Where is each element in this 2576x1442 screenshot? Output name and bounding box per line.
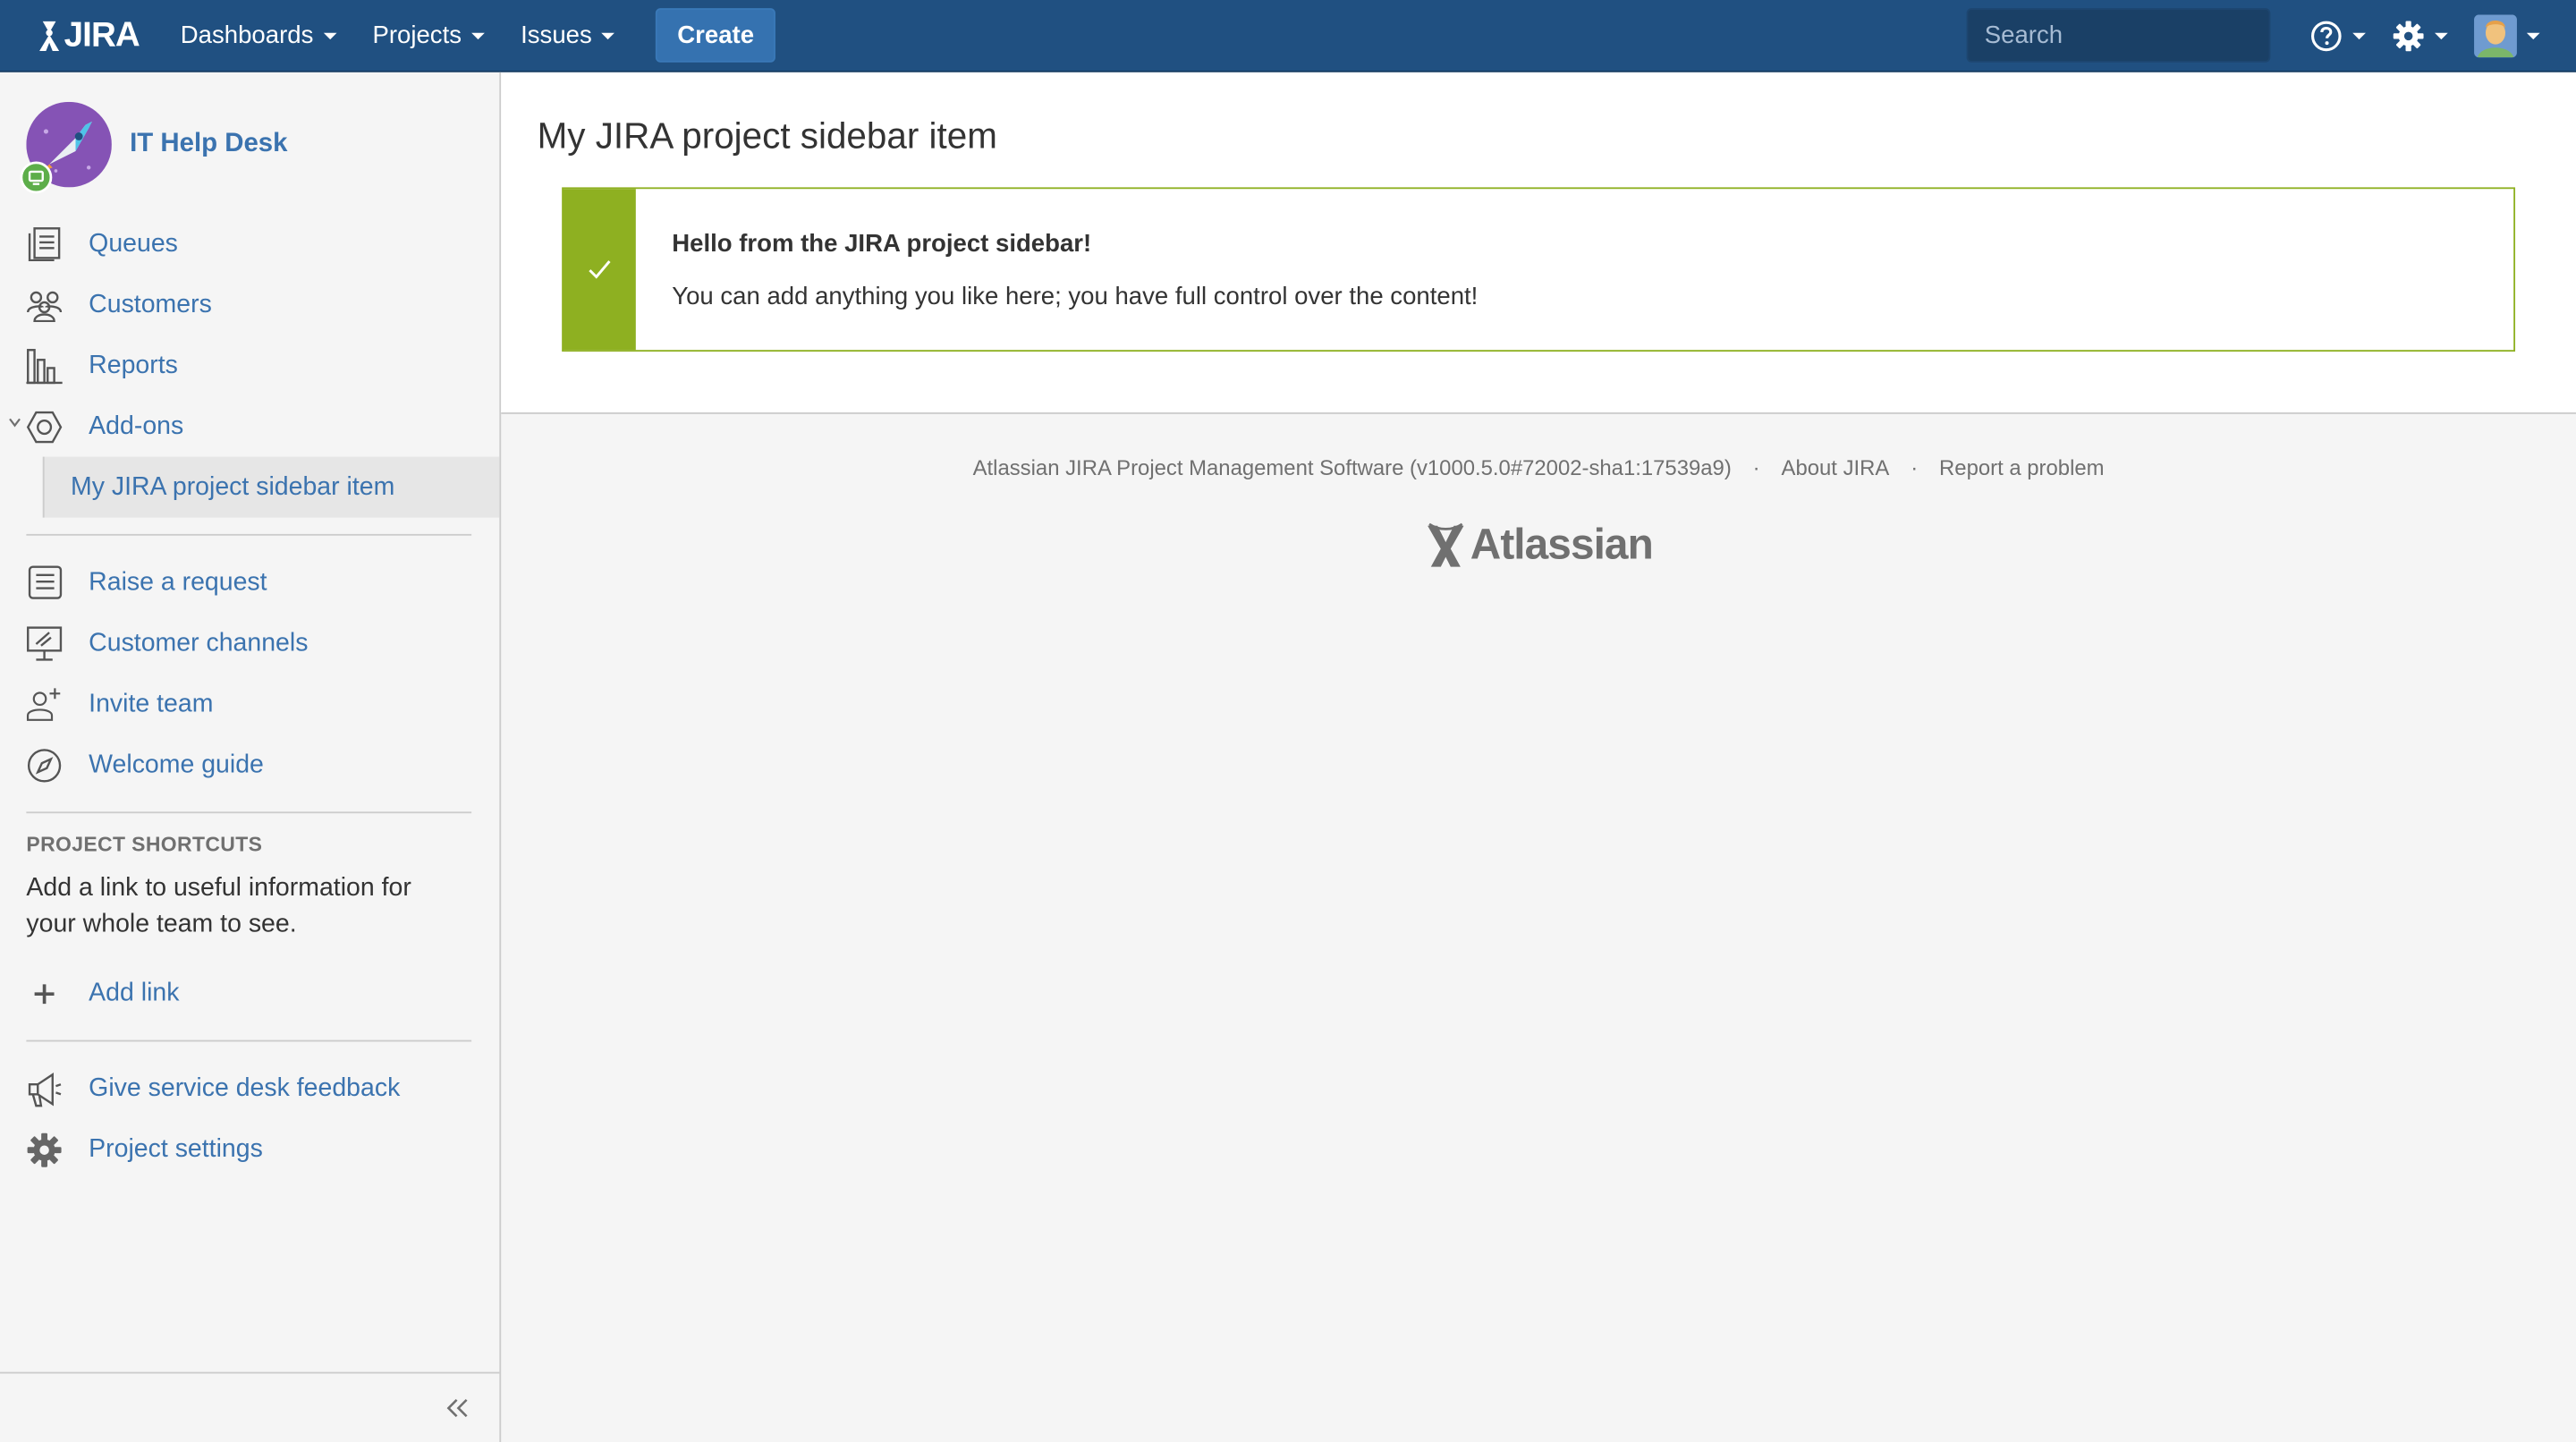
dashboards-menu[interactable]: Dashboards xyxy=(163,0,355,72)
success-message: Hello from the JIRA project sidebar! You… xyxy=(562,187,2516,352)
sidebar-item-label: Queues xyxy=(89,229,178,258)
sidebar-divider xyxy=(26,1039,472,1042)
sidebar-item-label: Customer channels xyxy=(89,628,309,657)
search-box[interactable] xyxy=(1966,8,2312,63)
atlassian-logo[interactable]: Atlassian xyxy=(501,519,2576,570)
sidebar-item-raise-request[interactable]: Raise a request xyxy=(0,552,499,613)
reports-icon xyxy=(26,347,63,384)
sidebar-item-feedback[interactable]: Give service desk feedback xyxy=(0,1058,499,1119)
sidebar-item-customers[interactable]: Customers xyxy=(0,275,499,335)
shortcuts-heading: PROJECT SHORTCUTS xyxy=(26,833,263,856)
atlassian-logo-text: Atlassian xyxy=(1470,519,1654,569)
page-footer: Atlassian JIRA Project Management Softwa… xyxy=(501,416,2576,571)
report-problem-link[interactable]: Report a problem xyxy=(1939,455,2105,480)
footer-separator: · xyxy=(1752,454,1760,480)
create-button[interactable]: Create xyxy=(656,8,775,63)
top-navigation-bar: JIRA Dashboards Projects Issues Create xyxy=(0,0,2576,72)
project-name[interactable]: IT Help Desk xyxy=(130,130,287,159)
project-sidebar: IT Help Desk Queues Customers Reports Ad… xyxy=(0,72,502,1442)
dashboards-menu-label: Dashboards xyxy=(180,21,314,50)
jira-logo-text: JIRA xyxy=(64,15,140,54)
help-menu[interactable] xyxy=(2297,0,2379,72)
checkmark-icon xyxy=(589,260,611,279)
project-avatar[interactable] xyxy=(20,101,112,194)
plus-icon xyxy=(26,975,62,1011)
add-link-label: Add link xyxy=(89,978,180,1006)
jira-logo[interactable]: JIRA xyxy=(36,15,140,55)
issues-menu-label: Issues xyxy=(521,21,592,50)
sidebar-collapse-bar xyxy=(0,1371,500,1442)
sidebar-item-welcome-guide[interactable]: Welcome guide xyxy=(0,734,499,795)
projects-menu[interactable]: Projects xyxy=(354,0,503,72)
customer-channels-icon xyxy=(26,625,63,661)
project-header[interactable]: IT Help Desk xyxy=(0,72,499,194)
message-title: Hello from the JIRA project sidebar! xyxy=(672,230,1092,259)
sidebar-item-label: Welcome guide xyxy=(89,750,264,778)
sidebar-item-customer-channels[interactable]: Customer channels xyxy=(0,613,499,674)
sidebar-item-label: Reports xyxy=(89,351,178,379)
sidebar-item-label: Raise a request xyxy=(89,567,267,596)
success-stripe xyxy=(563,189,636,351)
customers-icon xyxy=(26,287,63,323)
sidebar-item-label: Invite team xyxy=(89,689,214,717)
chevron-down-icon xyxy=(601,31,615,39)
add-link-button[interactable]: Add link xyxy=(0,963,499,1023)
jira-logo-icon xyxy=(39,20,60,51)
sidebar-divider xyxy=(26,811,472,814)
atlassian-logo-icon xyxy=(1428,522,1464,566)
admin-menu[interactable] xyxy=(2379,0,2462,72)
gear-icon xyxy=(26,1132,62,1167)
sidebar-divider xyxy=(26,533,472,536)
sidebar-item-label: Give service desk feedback xyxy=(89,1073,401,1102)
chevron-down-icon xyxy=(323,31,337,39)
sidebar-item-addons[interactable]: Add-ons xyxy=(0,396,499,457)
search-input[interactable] xyxy=(1984,21,2312,50)
sidebar-item-label: Project settings xyxy=(89,1134,263,1163)
chevron-down-icon xyxy=(2352,31,2366,39)
sidebar-subitem-my-jira-project-sidebar-item[interactable]: My JIRA project sidebar item xyxy=(42,456,500,518)
compass-icon xyxy=(26,747,62,783)
projects-menu-label: Projects xyxy=(372,21,462,50)
message-body: You can add anything you like here; you … xyxy=(672,282,1479,311)
sidebar-item-queues[interactable]: Queues xyxy=(0,214,499,275)
invite-team-icon xyxy=(26,686,62,722)
gear-icon xyxy=(2393,20,2424,51)
issues-menu[interactable]: Issues xyxy=(503,0,633,72)
sidebar-item-invite-team[interactable]: Invite team xyxy=(0,674,499,734)
version-text: Atlassian JIRA Project Management Softwa… xyxy=(972,454,1732,480)
page-title: My JIRA project sidebar item xyxy=(537,115,997,157)
chevron-down-icon xyxy=(2526,31,2540,39)
chevron-down-icon xyxy=(2435,31,2448,39)
service-desk-nav: Raise a request Customer channels Invite… xyxy=(0,552,499,795)
shortcuts-description: Add a link to useful information for you… xyxy=(26,874,411,938)
sidebar-footer-nav: Give service desk feedback Project setti… xyxy=(0,1058,499,1180)
service-desk-badge-icon xyxy=(20,161,53,194)
main-content: My JIRA project sidebar item Hello from … xyxy=(501,72,2576,414)
user-menu[interactable] xyxy=(2461,0,2576,72)
user-avatar xyxy=(2474,13,2517,57)
project-nav: Queues Customers Reports Add-ons My JIRA… xyxy=(0,214,500,518)
chevron-down-icon[interactable] xyxy=(8,416,21,429)
raise-request-icon xyxy=(26,564,62,600)
megaphone-icon xyxy=(26,1071,62,1107)
sidebar-item-label: Customers xyxy=(89,290,212,318)
chevron-down-icon xyxy=(471,31,485,39)
sidebar-item-label: Add-ons xyxy=(89,411,184,440)
footer-separator: · xyxy=(1911,454,1919,480)
about-jira-link[interactable]: About JIRA xyxy=(1782,455,1890,480)
addons-icon xyxy=(26,408,63,444)
sidebar-item-reports[interactable]: Reports xyxy=(0,335,499,396)
collapse-sidebar-icon[interactable] xyxy=(446,1398,470,1418)
help-icon xyxy=(2311,20,2342,51)
sidebar-item-project-settings[interactable]: Project settings xyxy=(0,1119,499,1180)
queues-icon xyxy=(26,226,62,262)
